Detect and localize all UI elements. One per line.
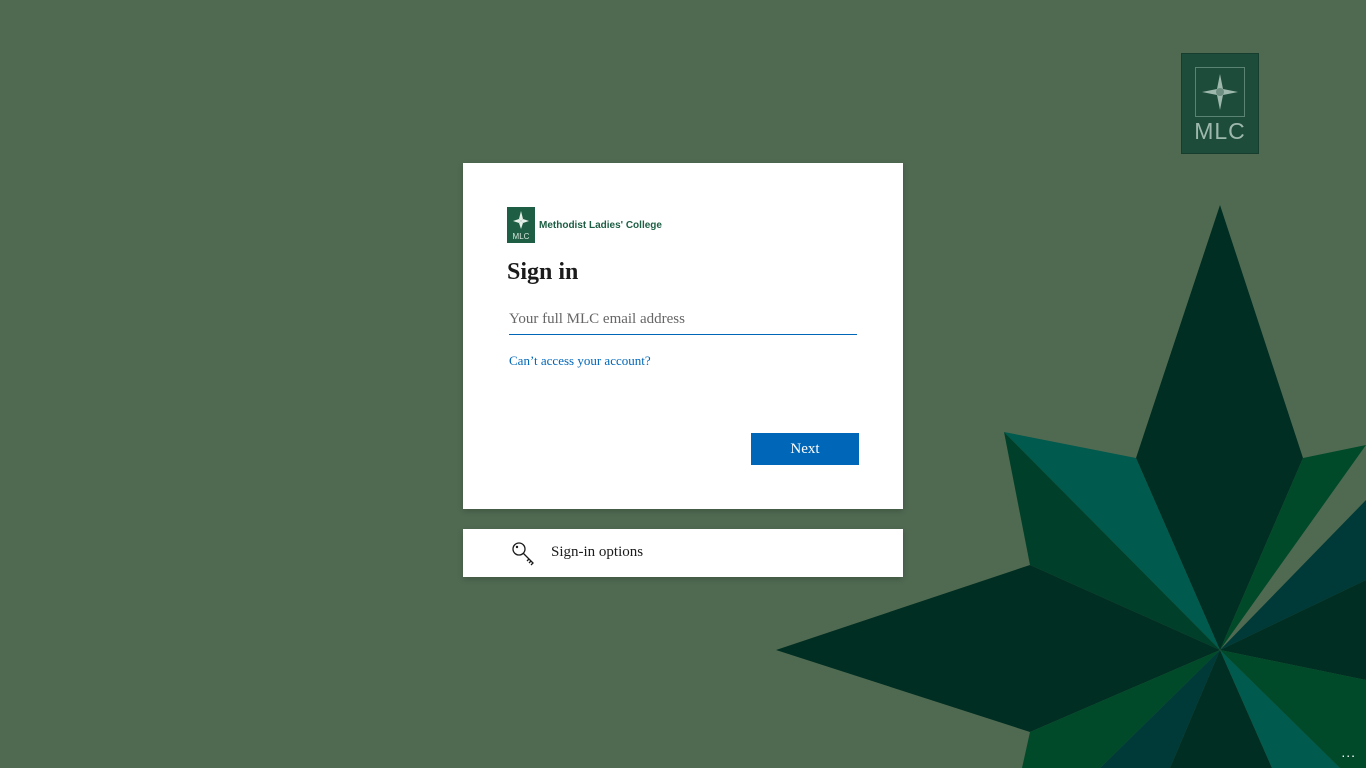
brand-logo: MLC Methodist Ladies' College: [507, 207, 662, 243]
email-input[interactable]: [509, 304, 857, 335]
page-title: Sign in: [507, 259, 579, 285]
next-button[interactable]: Next: [751, 433, 859, 465]
corner-logo: MLC: [1181, 53, 1259, 154]
brand-mark: MLC: [507, 207, 535, 243]
compass-star-icon: [1202, 74, 1238, 110]
cant-access-account-link[interactable]: Can’t access your account?: [509, 353, 651, 369]
sign-in-options-button[interactable]: Sign-in options: [463, 529, 903, 577]
key-icon: [512, 542, 534, 566]
sign-in-card: MLC Methodist Ladies' College Sign in Ca…: [463, 163, 903, 509]
brand-mark-text: MLC: [512, 232, 530, 241]
compass-star-icon: [513, 211, 529, 229]
corner-logo-text: MLC: [1194, 118, 1246, 144]
more-options-button[interactable]: ...: [1341, 744, 1356, 760]
logo-frame: [1195, 67, 1245, 117]
sign-in-options-label: Sign-in options: [551, 544, 644, 560]
brand-name: Methodist Ladies' College: [539, 219, 662, 231]
